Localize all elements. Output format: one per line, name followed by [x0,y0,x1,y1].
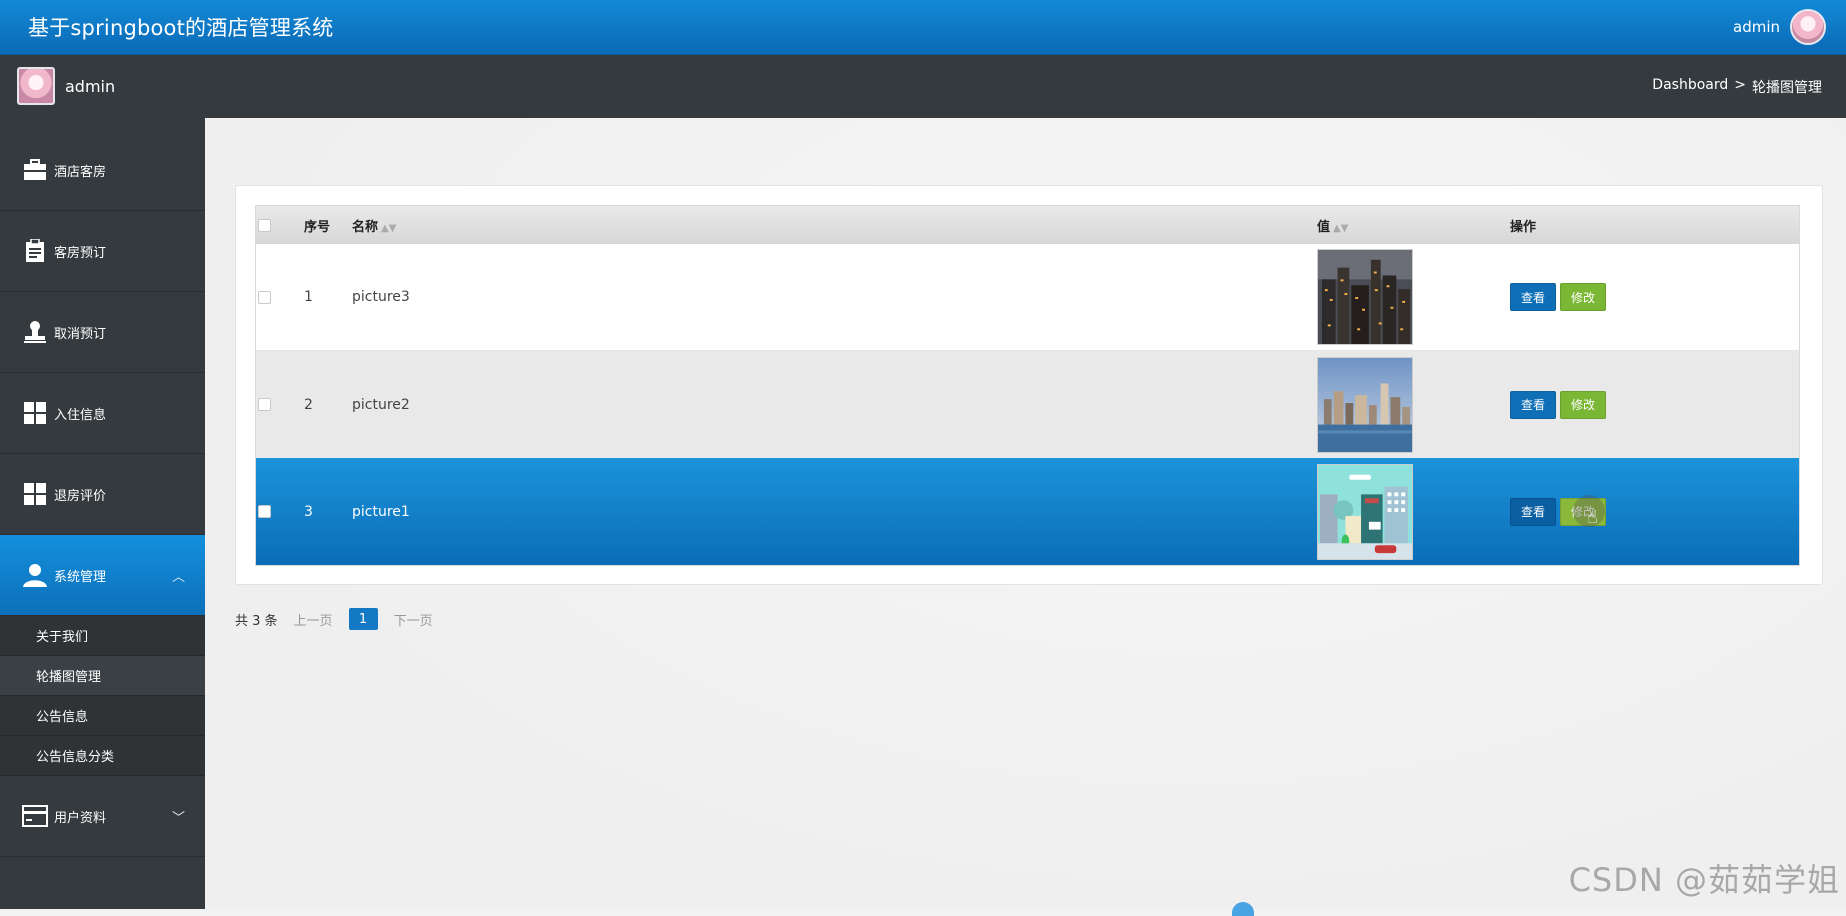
row-actions: 查看修改 [1510,391,1799,419]
column-header-ops: 操作 [1510,216,1799,235]
table-header: 序号 名称▲▼ 值▲▼ 操作 [256,206,1799,244]
data-table: 序号 名称▲▼ 值▲▼ 操作 1 picture3 [255,205,1800,566]
row-name: picture3 [352,289,1317,305]
sidebar-item-room-booking[interactable]: 客房预订 [0,211,205,292]
breadcrumb-dashboard[interactable]: Dashboard [1652,77,1728,97]
hand-cursor-icon: ☝ [1587,507,1598,528]
next-page-button[interactable]: 下一页 [394,610,433,629]
sidebar-item-label: 退房评价 [54,485,106,504]
sidebar-item-user-profile[interactable]: 用户资料 ﹀ [0,776,205,857]
header-username: admin [1733,18,1780,36]
breadcrumb-current: 轮播图管理 [1752,77,1822,97]
sidebar-username: admin [65,77,115,96]
column-header-value[interactable]: 值▲▼ [1317,216,1510,235]
sidebar-subitem-carousel-management[interactable]: 轮播图管理 [0,656,205,696]
column-header-value-label: 值 [1317,220,1330,235]
sidebar-item-label: 系统管理 [54,566,106,585]
sidebar-item-label: 客房预订 [54,242,106,261]
breadcrumb-separator: > [1734,77,1746,97]
clipboard-icon [22,238,48,264]
table-panel: 序号 名称▲▼ 值▲▼ 操作 1 picture3 [235,185,1823,585]
column-header-name[interactable]: 名称▲▼ [352,216,1317,235]
sidebar-item-label: 用户资料 [54,807,106,826]
edit-button[interactable]: 修改 [1560,391,1606,419]
row-name: picture2 [352,397,1317,413]
row-actions: 查看修改☝ [1510,498,1799,526]
sidebar-item-checkin-info[interactable]: 入住信息 [0,373,205,454]
row-actions: 查看修改 [1510,283,1799,311]
row-checkbox[interactable] [258,505,271,518]
sidebar-subitem-about-us[interactable]: 关于我们 [0,616,205,656]
app-title: 基于springboot的酒店管理系统 [28,12,333,42]
top-header: 基于springboot的酒店管理系统 admin [0,0,1846,55]
avatar [17,67,55,105]
sidebar-item-checkout-review[interactable]: 退房评价 [0,454,205,535]
sidebar-item-cancel-booking[interactable]: 取消预订 [0,292,205,373]
pagination: 共 3 条 上一页 1 下一页 [235,608,433,630]
avatar[interactable] [1790,9,1826,45]
select-all-checkbox[interactable] [258,219,271,232]
card-icon [22,803,48,829]
pagination-total: 共 3 条 [235,610,278,629]
sidebar-item-hotel-rooms[interactable]: 酒店客房 [0,130,205,211]
sub-header: admin Dashboard > 轮播图管理 [0,55,1846,118]
table-row[interactable]: 1 picture3 [256,244,1799,351]
city-night-image[interactable] [1317,249,1413,345]
edit-button[interactable]: 修改☝ [1560,498,1606,526]
row-checkbox[interactable] [258,291,271,304]
header-user-menu[interactable]: admin [1733,7,1826,47]
chevron-up-icon: ︿ [172,566,185,585]
user-icon [22,562,48,588]
view-button[interactable]: 查看 [1510,283,1556,311]
breadcrumb: Dashboard > 轮播图管理 [1652,77,1822,97]
city-skyline-water-image[interactable] [1317,357,1413,453]
row-no: 1 [304,289,352,305]
view-button[interactable]: 查看 [1510,498,1556,526]
sidebar-subitem-announcement-categories[interactable]: 公告信息分类 [0,736,205,776]
prev-page-button[interactable]: 上一页 [294,610,333,629]
cartoon-city-image[interactable] [1317,464,1413,560]
sort-icon[interactable]: ▲▼ [1333,223,1348,234]
sidebar-item-label: 取消预订 [54,323,106,342]
watermark: CSDN @茹茹学姐 [1569,855,1840,901]
chevron-down-icon: ﹀ [172,807,185,826]
briefcase-icon [22,157,48,183]
system-submenu: 关于我们 轮播图管理 公告信息 公告信息分类 [0,616,205,776]
sidebar-item-label: 酒店客房 [54,161,106,180]
row-checkbox[interactable] [258,398,271,411]
row-name: picture1 [352,504,1317,520]
sidebar-subitem-announcements[interactable]: 公告信息 [0,696,205,736]
sidebar-item-system-management[interactable]: 系统管理 ︿ [0,535,205,616]
sidebar-item-label: 入住信息 [54,404,106,423]
row-no: 2 [304,397,352,413]
grid-icon [22,481,48,507]
sidebar-user: admin [17,67,115,105]
main-content: 序号 名称▲▼ 值▲▼ 操作 1 picture3 [205,118,1846,909]
edit-button[interactable]: 修改 [1560,283,1606,311]
grid-icon [22,400,48,426]
column-header-name-label: 名称 [352,220,378,235]
column-header-no: 序号 [304,216,352,235]
row-no: 3 [304,504,352,520]
stamp-icon [22,319,48,345]
view-button[interactable]: 查看 [1510,391,1556,419]
table-row-selected[interactable]: 3 picture1 [256,458,1799,565]
table-row[interactable]: 2 picture2 [256,351,1799,458]
sidebar: 酒店客房 客房预订 取消预订 入住信息 退房评价 系统管理 ︿ 关于我们 轮播图… [0,118,205,909]
page-number-button[interactable]: 1 [349,608,378,630]
sort-icon[interactable]: ▲▼ [381,223,396,234]
